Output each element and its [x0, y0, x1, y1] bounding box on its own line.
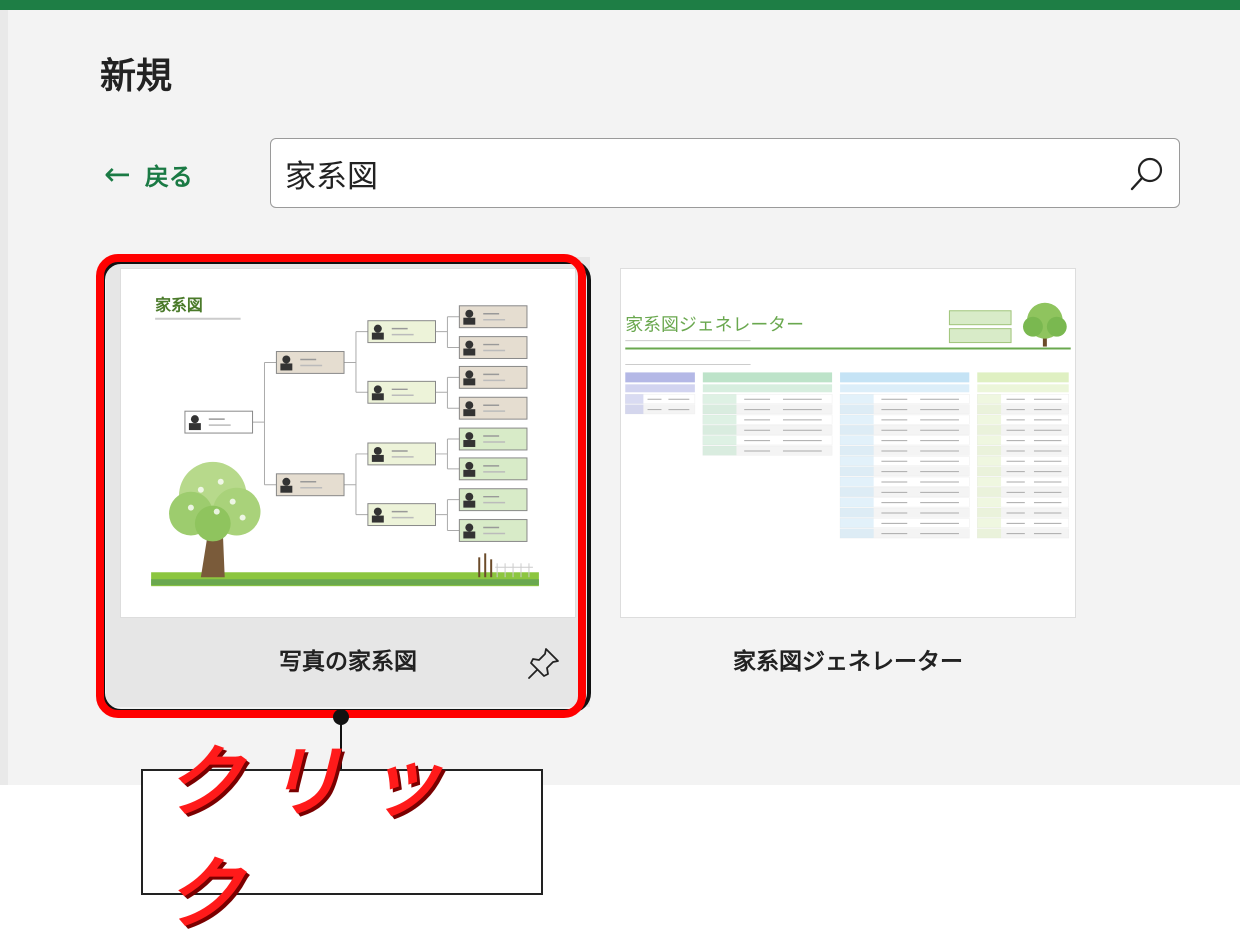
generator-table-header [840, 372, 970, 383]
panel-edge [0, 10, 8, 785]
generator-tree-icon [1022, 302, 1067, 347]
search-box [270, 138, 1180, 208]
template-thumbnail-family-tree-generator: 家系図ジェネレーター [620, 268, 1076, 618]
page-title: 新規 [100, 56, 173, 97]
back-label: 戻る [144, 162, 193, 191]
template-label: 家系図ジェネレーター [733, 649, 963, 675]
search-input[interactable] [285, 149, 1105, 197]
thumb-title: 家系図ジェネレーター [625, 315, 804, 336]
callout-box: クリック [141, 738, 543, 940]
generator-table-header [977, 372, 1069, 383]
back-button[interactable]: ← 戻る [104, 156, 193, 192]
generator-table-header [702, 372, 833, 383]
template-card-family-tree-generator[interactable]: 家系図ジェネレーター 家系図ジェネレーター [620, 268, 1076, 688]
app-window: 新規 ← 戻る 家系図 家系図 写真の家系図 家系図ジェネレーター 家系図ジェネ… [0, 0, 1240, 942]
generator-table-header [625, 372, 695, 383]
title-bar-accent [0, 0, 1240, 10]
search-icon[interactable] [1127, 154, 1167, 194]
callout-text: クリック [165, 738, 466, 940]
highlight-frame [96, 254, 586, 718]
back-arrow-icon: ← [104, 155, 131, 193]
